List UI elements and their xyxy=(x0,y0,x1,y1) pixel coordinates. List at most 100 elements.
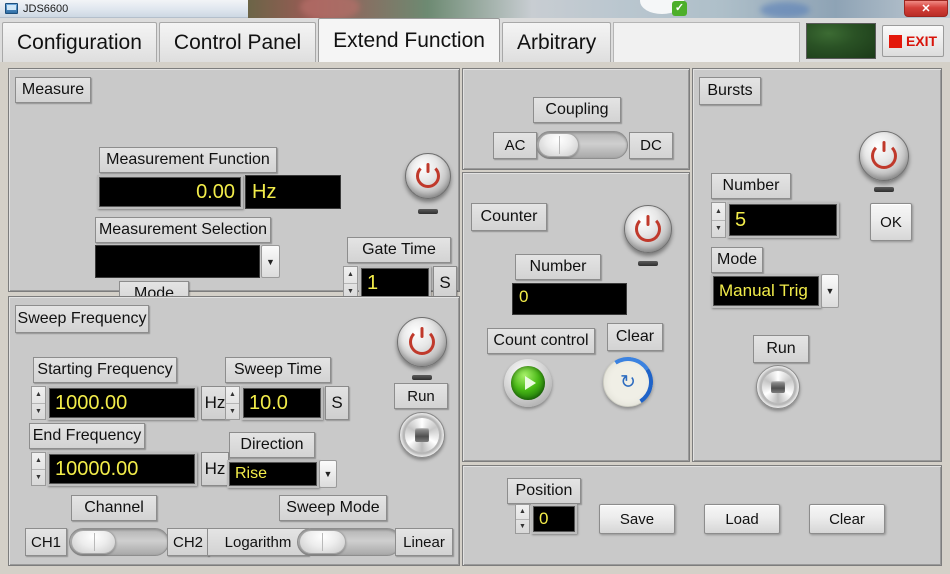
bursts-ok-button[interactable]: OK xyxy=(870,203,912,241)
load-button[interactable]: Load xyxy=(704,504,780,534)
counter-number-label: Number xyxy=(515,254,601,280)
direction-value: Rise xyxy=(227,460,319,488)
bursts-number-up-arrow[interactable]: ▲ xyxy=(712,203,725,221)
sweep-panel-title: Sweep Frequency xyxy=(15,305,149,333)
gate-time-up-arrow[interactable]: ▲ xyxy=(344,267,357,284)
exit-square-icon xyxy=(888,34,902,48)
sweep-power-button[interactable] xyxy=(397,317,447,367)
measurement-function-label: Measurement Function xyxy=(99,147,277,173)
counter-power-button[interactable] xyxy=(624,205,672,253)
sweep-power-indicator xyxy=(412,375,432,380)
measure-panel-title: Measure xyxy=(15,77,91,103)
sweep-time-unit: S xyxy=(325,386,349,420)
coupling-label: Coupling xyxy=(533,97,621,123)
clear-button[interactable]: Clear xyxy=(809,504,885,534)
bursts-number-value[interactable]: 5 xyxy=(727,202,839,238)
sweep-mode-toggle-knob xyxy=(299,530,346,554)
sweep-time-label: Sweep Time xyxy=(225,357,331,383)
position-value[interactable]: 0 xyxy=(531,504,577,534)
sweep-run-knob[interactable] xyxy=(399,412,445,458)
tab-extend-function[interactable]: Extend Function xyxy=(318,18,500,62)
direction-dropdown[interactable]: ▼ xyxy=(319,460,337,488)
end-frequency-up-arrow[interactable]: ▲ xyxy=(32,453,45,470)
starting-frequency-spinner[interactable]: ▲ ▼ xyxy=(31,386,46,420)
end-frequency-spinner[interactable]: ▲ ▼ xyxy=(31,452,46,486)
bursts-mode-dropdown[interactable]: ▼ xyxy=(821,274,839,308)
bursts-number-label: Number xyxy=(711,173,791,199)
bursts-power-button[interactable] xyxy=(859,131,909,181)
sweep-time-spinner[interactable]: ▲ ▼ xyxy=(225,386,240,420)
sweep-mode-linear-label[interactable]: Linear xyxy=(395,528,453,556)
app-window: JDS6600 ✓ ✕ Configuration Control Panel … xyxy=(0,0,950,574)
counter-panel: Counter Number 0 Count control Clear ↻ xyxy=(462,172,690,462)
channel-label: Channel xyxy=(71,495,157,521)
starting-frequency-up-arrow[interactable]: ▲ xyxy=(32,387,45,404)
coupling-panel: Coupling AC DC xyxy=(462,68,690,170)
position-up-arrow[interactable]: ▲ xyxy=(516,505,529,520)
measure-power-button[interactable] xyxy=(405,153,451,199)
starting-frequency-value[interactable]: 1000.00 xyxy=(47,386,197,420)
starting-frequency-label: Starting Frequency xyxy=(33,357,177,383)
tab-arbitrary[interactable]: Arbitrary xyxy=(501,22,612,62)
measurement-selection-label: Measurement Selection xyxy=(95,217,271,243)
gate-time-spinner[interactable]: ▲ ▼ xyxy=(343,266,358,300)
knob-pointer-icon xyxy=(414,428,430,442)
starting-frequency-down-arrow[interactable]: ▼ xyxy=(32,404,45,420)
gate-time-value[interactable]: 1 xyxy=(359,266,431,300)
count-reset-button[interactable]: ↻ xyxy=(603,357,653,407)
close-icon[interactable]: ✕ xyxy=(904,0,948,17)
save-button[interactable]: Save xyxy=(599,504,675,534)
bursts-mode-value: Manual Trig xyxy=(711,274,821,308)
exit-button[interactable]: EXIT xyxy=(882,25,944,57)
bursts-run-knob[interactable] xyxy=(756,365,800,409)
position-down-arrow[interactable]: ▼ xyxy=(516,520,529,534)
bursts-number-spinner[interactable]: ▲ ▼ xyxy=(711,202,726,238)
tab-configuration[interactable]: Configuration xyxy=(2,22,157,62)
position-spinner[interactable]: ▲ ▼ xyxy=(515,504,530,534)
coupling-toggle-knob xyxy=(538,133,580,157)
sweep-mode-toggle[interactable] xyxy=(297,528,401,556)
bursts-mode-label: Mode xyxy=(711,247,763,273)
measurement-selection-value xyxy=(95,245,260,278)
sweep-mode-logarithm-label[interactable]: Logarithm xyxy=(207,528,309,556)
measurement-value-display: 0.00 xyxy=(97,175,243,209)
end-frequency-label: End Frequency xyxy=(29,423,145,449)
end-frequency-unit: Hz xyxy=(201,452,229,486)
end-frequency-down-arrow[interactable]: ▼ xyxy=(32,470,45,486)
measurement-selection-dropdown[interactable]: ▼ xyxy=(261,245,280,278)
sweep-mode-label: Sweep Mode xyxy=(279,495,387,521)
sweep-run-label: Run xyxy=(394,383,448,409)
power-icon xyxy=(408,328,436,356)
channel-toggle[interactable] xyxy=(69,528,169,556)
bursts-panel-title: Bursts xyxy=(699,77,761,105)
sweep-time-value[interactable]: 10.0 xyxy=(241,386,323,420)
status-check-icon: ✓ xyxy=(672,1,687,16)
count-control-label: Count control xyxy=(487,328,595,354)
channel-toggle-knob xyxy=(71,530,117,554)
channel-ch2-label[interactable]: CH2 xyxy=(167,528,209,556)
refresh-icon: ↻ xyxy=(620,371,636,393)
exit-button-label: EXIT xyxy=(905,33,938,49)
sweep-frequency-panel: Sweep Frequency Starting Frequency ▲ ▼ 1… xyxy=(8,296,460,566)
coupling-dc-label[interactable]: DC xyxy=(629,132,673,159)
end-frequency-value[interactable]: 10000.00 xyxy=(47,452,197,486)
bursts-panel: Bursts Number ▲ ▼ 5 Mode Manual Trig ▼ R… xyxy=(692,68,942,462)
measure-power-indicator xyxy=(418,209,438,214)
tab-bar-filler xyxy=(613,22,800,62)
coupling-toggle[interactable] xyxy=(536,131,628,159)
bursts-power-indicator xyxy=(874,187,894,192)
tab-bar: Configuration Control Panel Extend Funct… xyxy=(0,18,950,62)
window-titlebar: JDS6600 xyxy=(0,0,248,18)
tab-control-panel[interactable]: Control Panel xyxy=(158,22,317,62)
coupling-ac-label[interactable]: AC xyxy=(493,132,537,159)
sweep-time-down-arrow[interactable]: ▼ xyxy=(226,404,239,420)
counter-panel-title: Counter xyxy=(471,203,547,231)
window-title: JDS6600 xyxy=(23,2,69,15)
power-icon xyxy=(415,163,441,189)
position-label: Position xyxy=(507,478,581,504)
count-start-button[interactable] xyxy=(504,359,552,407)
bursts-number-down-arrow[interactable]: ▼ xyxy=(712,221,725,238)
sweep-time-up-arrow[interactable]: ▲ xyxy=(226,387,239,404)
channel-ch1-label[interactable]: CH1 xyxy=(25,528,67,556)
power-icon xyxy=(635,216,661,242)
